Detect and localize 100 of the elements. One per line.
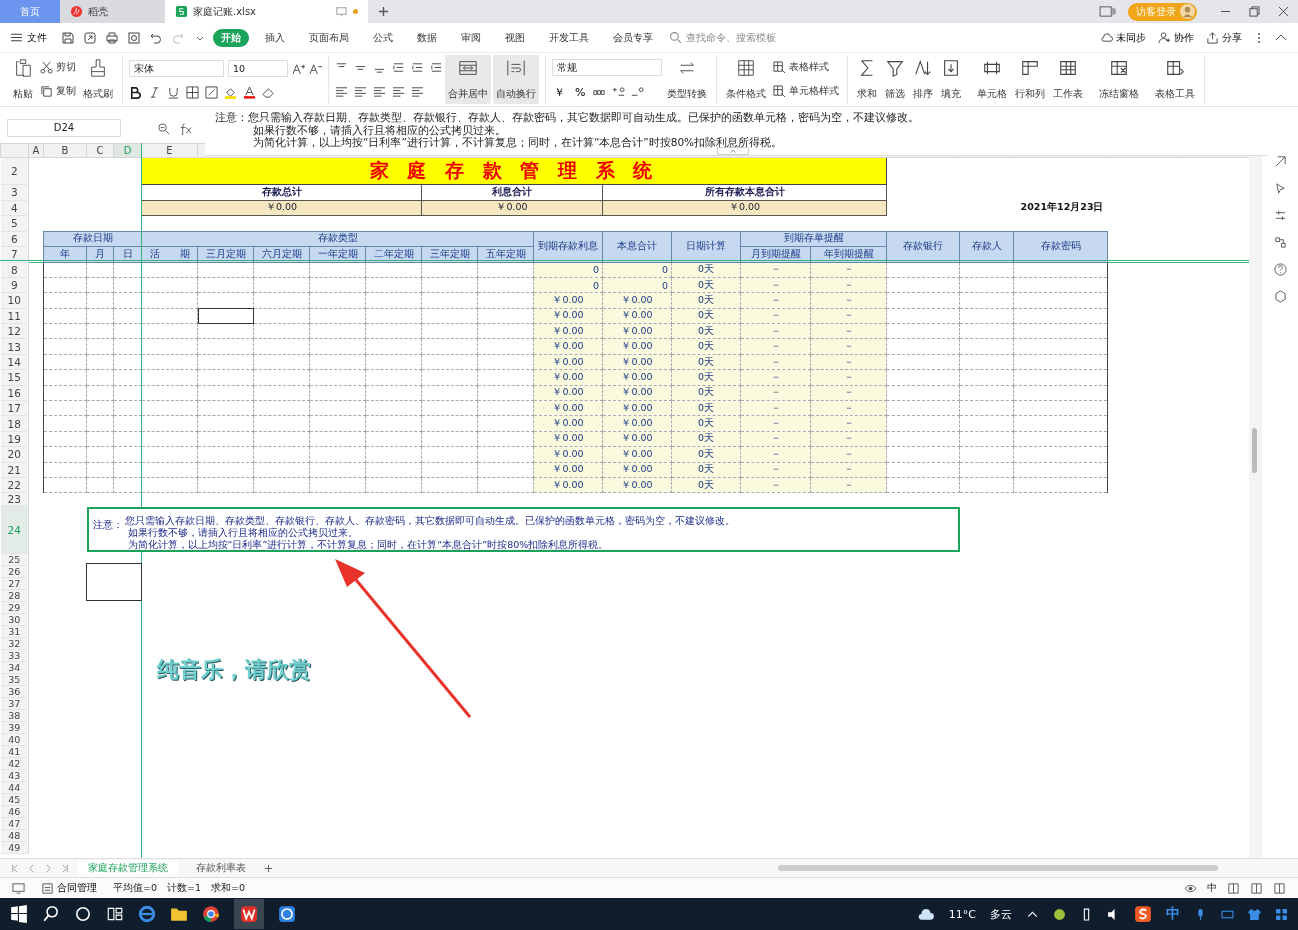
tool-button[interactable]: 行和列 xyxy=(1012,55,1048,104)
increase-decimal-icon[interactable] xyxy=(612,85,626,99)
align-icon[interactable] xyxy=(392,85,405,99)
toolbar-action[interactable]: 协作 xyxy=(1154,30,1198,45)
borders-icon[interactable] xyxy=(186,86,199,100)
view-mode-icon[interactable] xyxy=(1250,881,1263,895)
paste-button[interactable]: 粘贴 xyxy=(10,55,36,104)
column-header[interactable]: A xyxy=(28,143,44,158)
bold-icon[interactable] xyxy=(129,86,142,100)
tool-button[interactable]: 求和 xyxy=(854,55,880,104)
tool-button[interactable]: 表格工具 xyxy=(1152,55,1198,104)
font-color-icon[interactable] xyxy=(243,86,256,100)
align-icon[interactable] xyxy=(373,85,386,99)
tool-button[interactable]: 筛选 xyxy=(882,55,908,104)
ribbon-tab[interactable]: 插入 xyxy=(257,28,293,47)
shirt-icon[interactable] xyxy=(1248,907,1261,921)
conditional-format-button[interactable]: 条件格式 xyxy=(723,55,769,104)
ribbon-tab[interactable]: 页面布局 xyxy=(301,28,357,47)
windows-start-icon[interactable] xyxy=(10,905,28,923)
note-cell[interactable]: 注意： 您只需输入存款日期、存款类型、存款银行、存款人、存款密码，其它数据即可自动生成。已保护的函数单元格，密码为空，不建议修改。 如果行数不够，请插入行且将相应的公式拷贝过来。 为简化计算，以上均按“日利率”进行计算，不计算复息；同时，在计算“本息合计”时按80%扣除利息所得税。 xyxy=(86,507,960,553)
number-format-button[interactable]: ￥ xyxy=(552,84,567,100)
side-panel-icon[interactable] xyxy=(1273,182,1287,195)
close-icon[interactable] xyxy=(1278,6,1289,17)
input-method-icon[interactable] xyxy=(1134,905,1152,923)
side-panel-icon[interactable] xyxy=(1273,263,1287,276)
type-convert-button[interactable]: 类型转换 xyxy=(664,55,710,104)
number-format-field[interactable]: 常规 xyxy=(552,59,662,77)
increase-font-icon[interactable] xyxy=(292,61,305,75)
style-button[interactable]: 单元格样式 xyxy=(771,84,841,100)
format-painter-button[interactable]: 格式刷 xyxy=(80,55,116,104)
save-icon[interactable] xyxy=(61,30,75,45)
align-icon[interactable] xyxy=(392,60,405,74)
new-tab-icon[interactable] xyxy=(378,6,389,17)
decrease-decimal-icon[interactable] xyxy=(631,85,645,99)
ime-indicator[interactable]: 中 xyxy=(1166,905,1180,923)
row-number[interactable]: 2 xyxy=(0,157,29,185)
screen-icon[interactable] xyxy=(12,881,25,895)
formula-field[interactable]: 注意：您只需输入存款日期、存款类型、存款银行、存款人、存款密码，其它数据即可自动生成。已保护的函数单元格，密码为空，不建议修改。 如果行数不够，请插入行且将相应的公式拷贝过来。 为简化计算，以上均按“日利率”进行计算，不计算复息；同时，在计算“本息合计”时按80%扣除利息所得税。 xyxy=(205,110,1268,156)
chrome-icon[interactable] xyxy=(202,905,220,923)
side-panel-icon[interactable] xyxy=(1273,209,1287,222)
tray-app-icon[interactable] xyxy=(1053,907,1066,921)
tool-button[interactable]: 排序 xyxy=(910,55,936,104)
timeline-icon[interactable] xyxy=(106,905,124,923)
align-icon[interactable] xyxy=(354,85,367,99)
decrease-font-icon[interactable] xyxy=(309,61,322,75)
add-sheet-icon[interactable] xyxy=(264,863,273,873)
merge-center-button[interactable]: 合并居中 xyxy=(445,55,491,104)
align-icon[interactable] xyxy=(335,85,348,99)
cell-format-icon[interactable] xyxy=(205,86,218,100)
ribbon-tab[interactable]: 审阅 xyxy=(453,28,489,47)
window-count-icon[interactable] xyxy=(1099,5,1116,18)
language-indicator[interactable]: 中 xyxy=(1207,881,1217,895)
align-icon[interactable] xyxy=(430,60,443,74)
grid-icon[interactable] xyxy=(1275,907,1288,921)
ribbon-tab[interactable]: 开发工具 xyxy=(541,28,597,47)
italic-icon[interactable] xyxy=(148,86,161,100)
scrollbar-thumb[interactable] xyxy=(1252,428,1258,473)
underline-icon[interactable] xyxy=(167,86,180,100)
cell-name-field[interactable]: D24 xyxy=(7,119,121,137)
ribbon-tab[interactable]: 视图 xyxy=(497,28,533,47)
task-view-icon[interactable] xyxy=(74,905,92,923)
export-icon[interactable] xyxy=(83,30,97,45)
wps-icon[interactable] xyxy=(234,899,264,929)
browser-tab[interactable]: 稻壳 xyxy=(60,0,165,23)
restore-icon[interactable] xyxy=(1249,6,1260,17)
sheet-tab[interactable]: 存款利率表 xyxy=(186,859,256,877)
wrap-text-button[interactable]: 自动换行 xyxy=(493,55,539,104)
browser-tab[interactable]: 家庭记账.xlsx xyxy=(165,0,368,23)
function-icon[interactable] xyxy=(178,121,193,135)
eraser-icon[interactable] xyxy=(262,86,275,100)
cut-button[interactable]: 剪切 xyxy=(38,59,78,75)
browser-icon[interactable] xyxy=(138,905,156,923)
search-icon[interactable] xyxy=(42,905,60,923)
print-preview-icon[interactable] xyxy=(127,30,141,45)
view-mode-icon[interactable] xyxy=(1227,881,1240,895)
print-icon[interactable] xyxy=(105,30,119,45)
align-icon[interactable] xyxy=(411,85,424,99)
style-button[interactable]: 表格样式 xyxy=(771,59,841,75)
font-size-field[interactable]: 10 xyxy=(228,59,288,77)
ribbon-tab[interactable]: 公式 xyxy=(365,28,401,47)
font-name-field[interactable]: 宋体 xyxy=(129,59,224,77)
side-panel-icon[interactable] xyxy=(1273,236,1287,249)
ribbon-tab[interactable]: 数据 xyxy=(409,28,445,47)
toolbar-action[interactable]: 未同步 xyxy=(1096,30,1150,45)
tool-button[interactable]: 填充 xyxy=(938,55,964,104)
rectangle-shape[interactable] xyxy=(86,563,142,601)
folder-icon[interactable] xyxy=(170,905,188,923)
number-format-button[interactable]: % xyxy=(573,85,588,99)
fill-color-icon[interactable] xyxy=(224,86,237,100)
sheet-tab[interactable]: 家庭存款管理系统 xyxy=(78,859,178,877)
side-panel-icon[interactable] xyxy=(1273,155,1287,168)
file-menu[interactable]: 文件 xyxy=(8,30,55,45)
tool-button[interactable]: 冻结窗格 xyxy=(1096,55,1142,104)
view-mode-icon[interactable] xyxy=(1273,881,1286,895)
scrollbar-thumb[interactable] xyxy=(778,865,1218,871)
column-header[interactable]: C xyxy=(86,143,114,158)
contract-button[interactable]: 合同管理 xyxy=(35,880,103,896)
copy-button[interactable]: 复制 xyxy=(38,84,78,100)
tool-button[interactable]: 单元格 xyxy=(974,55,1010,104)
app-icon[interactable] xyxy=(278,905,296,923)
